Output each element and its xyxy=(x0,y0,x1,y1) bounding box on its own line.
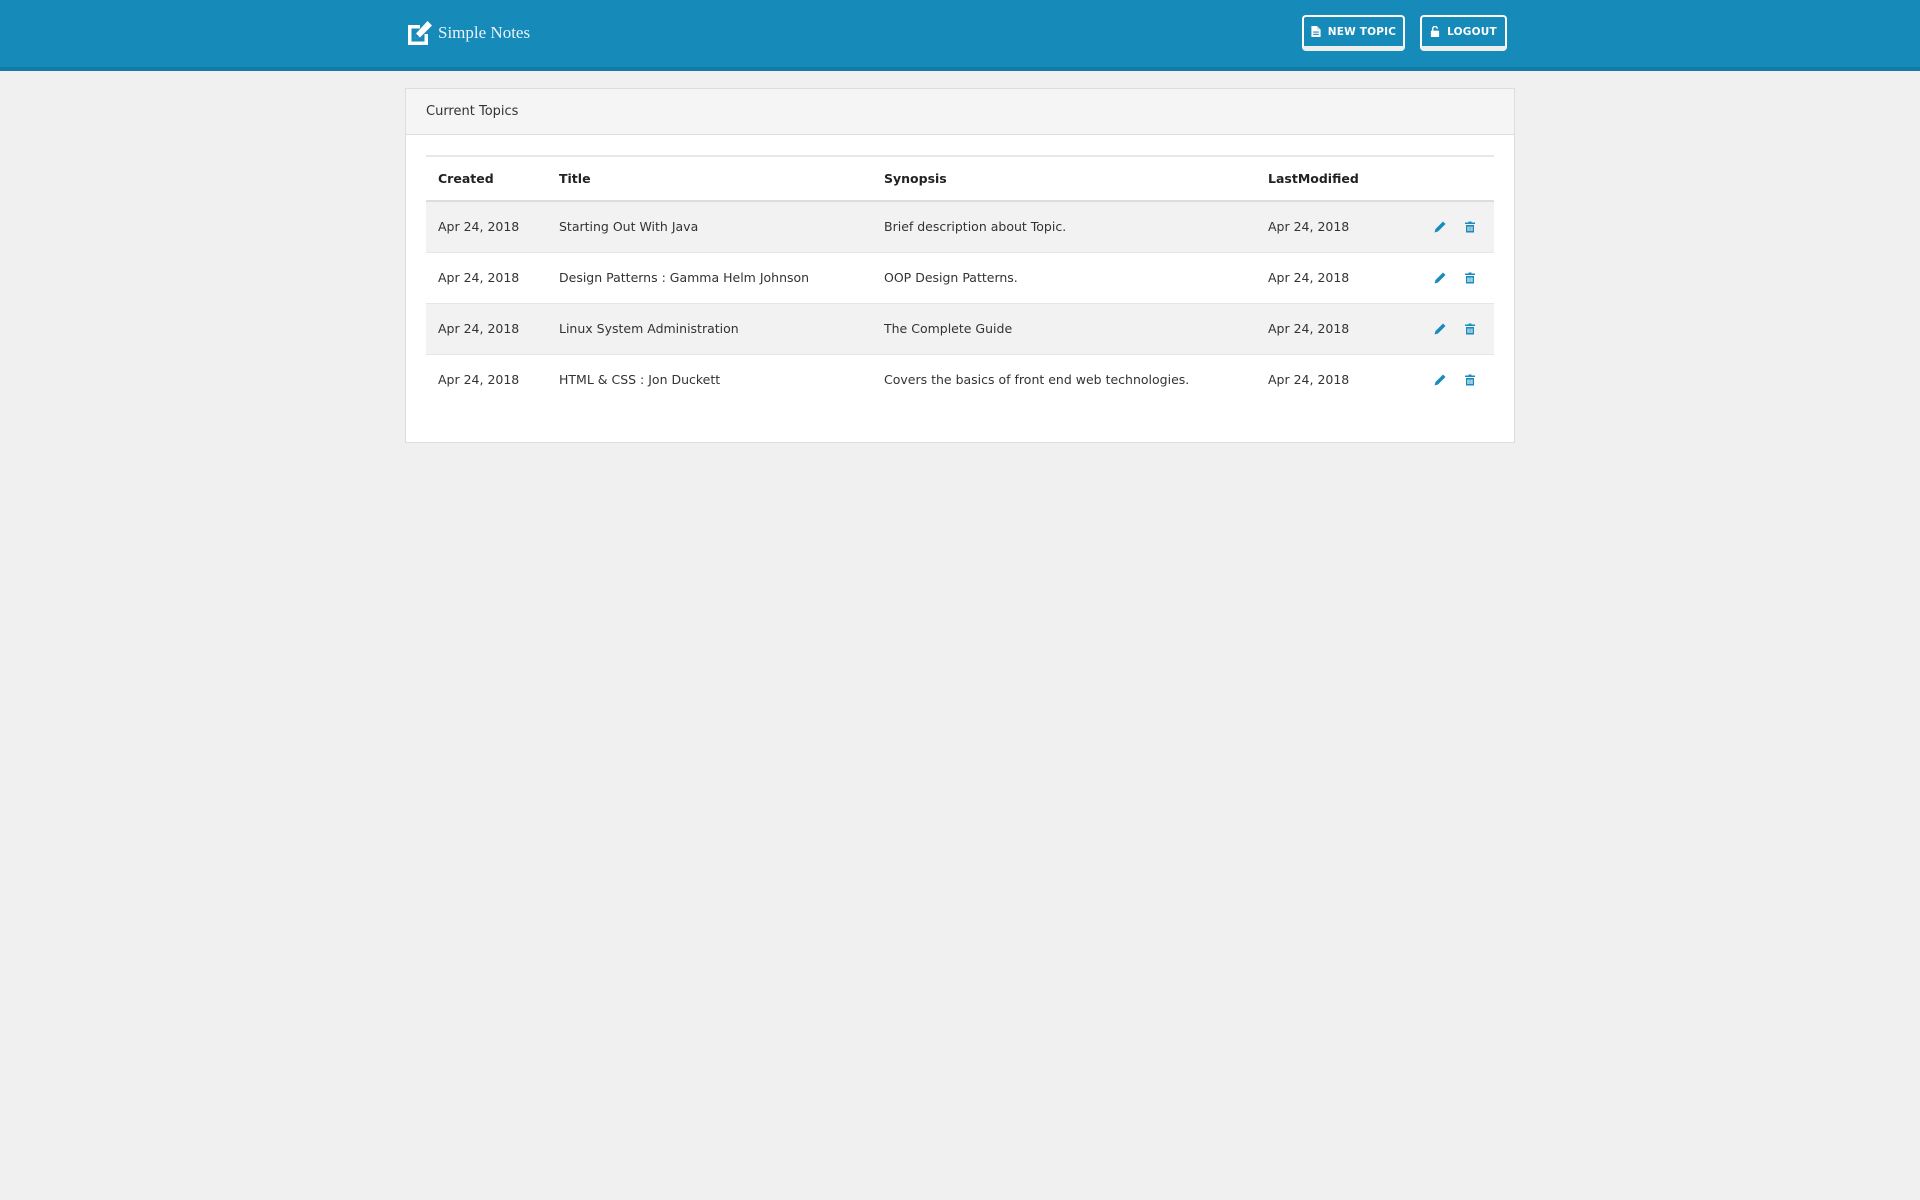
header-synopsis: Synopsis xyxy=(884,171,947,186)
trash-icon xyxy=(1465,272,1475,283)
cell-title: HTML & CSS : Jon Duckett xyxy=(559,372,721,388)
cell-actions xyxy=(1416,252,1494,304)
trash-icon xyxy=(1465,374,1475,386)
cell-created: Apr 24, 2018 xyxy=(426,303,547,355)
header-actions xyxy=(1416,156,1494,201)
panel-heading: Current Topics xyxy=(406,89,1514,135)
cell-actions xyxy=(1416,303,1494,355)
edit-note-logo-icon xyxy=(408,21,432,45)
cell-created: Apr 24, 2018 xyxy=(438,372,520,388)
cell-created: Apr 24, 2018 xyxy=(426,252,547,304)
cell-synopsis: Brief description about Topic. xyxy=(872,201,1256,253)
table-row: Apr 24, 2018 Design Patterns : Gamma Hel… xyxy=(426,252,1494,304)
top-navbar: Simple Notes NEW TOPIC LOGOUT xyxy=(0,0,1920,71)
cell-last-modified: Apr 24, 2018 xyxy=(1256,303,1416,355)
table-row: Apr 24, 2018 Starting Out With Java Brie… xyxy=(426,201,1494,253)
cell-created: Apr 24, 2018 xyxy=(426,201,547,253)
table-row: Apr 24, 2018 HTML & CSS : Jon Duckett Co… xyxy=(426,354,1494,405)
cell-synopsis: OOP Design Patterns. xyxy=(872,252,1256,304)
logout-label: LOGOUT xyxy=(1447,25,1497,38)
cell-title: Starting Out With Java xyxy=(547,201,872,253)
delete-button[interactable] xyxy=(1462,321,1478,337)
edit-button[interactable] xyxy=(1432,219,1448,235)
new-topic-label: NEW TOPIC xyxy=(1327,25,1397,38)
table-row: Apr 24, 2018 Linux System Administration… xyxy=(426,303,1494,355)
delete-button[interactable] xyxy=(1462,270,1478,286)
delete-button[interactable] xyxy=(1462,219,1478,235)
header-created: Created xyxy=(438,171,494,186)
delete-button[interactable] xyxy=(1462,372,1478,388)
cell-synopsis: The Complete Guide xyxy=(872,303,1256,355)
cell-title: Design Patterns : Gamma Helm Johnson xyxy=(547,252,872,304)
pencil-icon xyxy=(1434,323,1446,334)
new-topic-button[interactable]: NEW TOPIC xyxy=(1302,15,1405,51)
pencil-icon xyxy=(1434,374,1446,386)
pencil-icon xyxy=(1434,272,1446,283)
cell-synopsis: Covers the basics of front end web techn… xyxy=(884,372,1190,388)
cell-last-modified: Apr 24, 2018 xyxy=(1268,372,1350,388)
edit-button[interactable] xyxy=(1432,270,1448,286)
table-header-row: Created Title Synopsis LastModified xyxy=(426,156,1494,201)
trash-icon xyxy=(1465,221,1475,233)
cell-actions xyxy=(1416,201,1494,253)
brand-link[interactable]: Simple Notes xyxy=(406,18,530,48)
header-title: Title xyxy=(559,171,591,186)
pencil-icon xyxy=(1434,221,1446,233)
cell-actions xyxy=(1416,354,1494,405)
header-last-modified: LastModified xyxy=(1268,171,1359,186)
cell-last-modified: Apr 24, 2018 xyxy=(1256,252,1416,304)
topics-table: Created Title Synopsis LastModified Apr … xyxy=(426,155,1494,405)
file-icon xyxy=(1311,26,1321,37)
edit-button[interactable] xyxy=(1432,372,1448,388)
cell-last-modified: Apr 24, 2018 xyxy=(1256,201,1416,253)
topics-panel: Current Topics Created Title Synopsis La… xyxy=(405,88,1515,443)
unlock-icon xyxy=(1431,26,1440,37)
logout-button[interactable]: LOGOUT xyxy=(1420,15,1507,51)
trash-icon xyxy=(1465,323,1475,334)
cell-title: Linux System Administration xyxy=(547,303,872,355)
edit-button[interactable] xyxy=(1432,321,1448,337)
brand-title: Simple Notes xyxy=(438,23,531,42)
